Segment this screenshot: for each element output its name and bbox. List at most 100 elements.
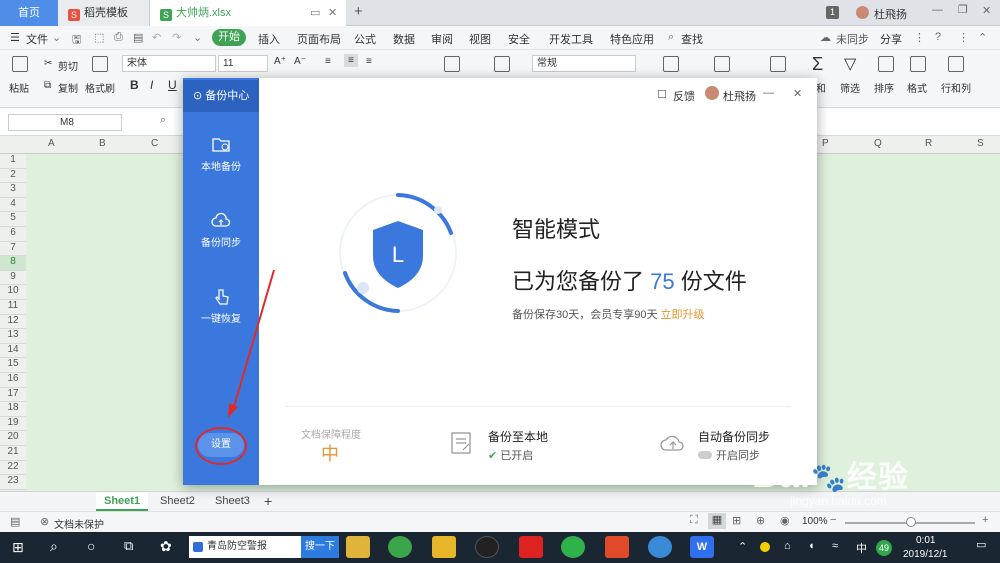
file-explorer-icon[interactable] [346,536,370,558]
sidebar-item-restore[interactable]: 一键恢复 [183,288,259,325]
tray-plus-icon[interactable] [760,542,770,552]
row-header[interactable]: 8 [0,256,26,271]
minimize-icon[interactable]: — [932,4,943,16]
row-header[interactable]: 20 [0,431,26,446]
action-center-icon[interactable]: ▭ [976,538,986,551]
windows-start-icon[interactable]: ⊞ [12,539,24,556]
row-header[interactable]: 13 [0,329,26,344]
column-header-r[interactable]: R [925,138,932,149]
close-tab-icon[interactable]: ✕ [328,0,337,26]
add-sheet-icon[interactable]: + [256,492,280,511]
tab-file[interactable]: S 大帅炳.xlsx ▭ ✕ [150,0,346,26]
taskbar-search-input[interactable]: 青岛防空警报 [189,536,301,558]
row-header[interactable]: 23 [0,475,26,490]
wps-icon[interactable]: W [690,536,714,558]
name-box[interactable]: M8 [8,114,122,131]
wechat-icon[interactable] [561,536,585,558]
underline-icon[interactable]: U [168,78,177,92]
qq-icon[interactable] [475,536,499,558]
export-icon[interactable]: ⬚ [94,31,104,44]
number-format-select[interactable]: 常规 [532,55,636,72]
zoom-level[interactable]: 100% [802,516,828,527]
browser-green-icon[interactable] [388,536,412,558]
tab-data[interactable]: 数据 [393,31,415,47]
redo-icon[interactable]: ↷ [172,31,181,44]
copy-button[interactable]: 复制 [58,80,78,95]
minimize-icon[interactable]: — [763,87,774,99]
sheet-tab-1[interactable]: Sheet1 [96,492,149,511]
tab-review[interactable]: 审阅 [431,31,453,47]
row-header[interactable]: 18 [0,402,26,417]
column-header-b[interactable]: B [99,138,106,149]
sort-icon[interactable] [878,56,894,72]
font-size-select[interactable]: 11 [218,55,268,72]
feedback-link[interactable]: 反馈 [673,88,695,104]
power-app-icon[interactable] [605,536,629,558]
share-button[interactable]: 分享 [880,31,902,47]
row-header[interactable]: 15 [0,358,26,373]
zoom-in-icon[interactable]: + [982,514,988,526]
row-header[interactable]: 19 [0,416,26,432]
row-header[interactable]: 3 [0,183,26,198]
row-header[interactable]: 5 [0,212,26,227]
new-tab-icon[interactable]: + [354,3,363,20]
conditional-format-icon[interactable] [663,56,679,72]
filter-button[interactable]: 筛选 [840,80,860,95]
row-header[interactable]: 7 [0,241,26,257]
pin-icon[interactable]: ⋮ [958,31,969,44]
zoom-out-icon[interactable]: − [830,514,836,526]
italic-icon[interactable]: I [150,78,153,92]
format-button[interactable]: 格式 [907,80,927,95]
paste-button[interactable]: 粘贴 [9,80,29,95]
dialog-user-name[interactable]: 杜飛扬 [723,88,756,104]
tab-developer[interactable]: 开发工具 [549,31,593,47]
bold-icon[interactable]: B [130,78,139,92]
tab-template[interactable]: S 稻壳模板 [58,0,150,26]
sidebar-item-backup-sync[interactable]: 备份同步 [183,212,259,249]
format-painter-button[interactable]: 格式刷 [85,80,115,95]
row-header[interactable]: 17 [0,387,26,403]
find-button[interactable]: 查找 [681,31,703,47]
search-icon[interactable]: ⌕ [50,538,58,555]
cut-icon[interactable]: ✂ [44,58,52,69]
ime-indicator[interactable]: 中 [856,540,867,556]
sync-status[interactable]: 未同步 [836,31,869,47]
app-yellow-icon[interactable] [432,536,456,558]
sheet-tab-3[interactable]: Sheet3 [207,492,258,511]
tab-view[interactable]: 视图 [469,31,491,47]
more-menu-icon[interactable]: ⋮ [914,31,925,44]
column-header-a[interactable]: A [48,138,55,149]
feedback-icon[interactable]: ☐ [657,88,667,101]
align-middle-icon[interactable]: ≡ [344,54,358,67]
menu-file[interactable]: 文件 [26,31,48,47]
column-header-c[interactable]: C [151,138,158,149]
tab-formula[interactable]: 公式 [354,31,376,47]
row-header[interactable]: 11 [0,300,26,315]
user-name[interactable]: 杜飛扬 [874,6,907,22]
font-grow-icon[interactable]: A⁺ [274,56,286,67]
row-header[interactable]: 12 [0,314,26,330]
app-red-icon[interactable] [519,536,543,558]
hamburger-icon[interactable]: ☰ [10,31,20,44]
window-count-badge[interactable]: 1 [826,6,839,19]
auto-sync-status[interactable]: 开启同步 [698,447,760,463]
wrap-icon[interactable] [494,56,510,72]
tab-special[interactable]: 特色应用 [610,31,654,47]
align-bottom-icon[interactable]: ≡ [366,56,372,67]
upgrade-link[interactable]: 立即升级 [661,309,705,321]
undo-icon[interactable]: ↶ [152,31,161,44]
monitor-icon[interactable]: ▭ [310,0,320,26]
collapse-ribbon-icon[interactable]: ⌃ [978,31,987,44]
close-window-icon[interactable]: ✕ [982,4,991,17]
row-header[interactable]: 9 [0,270,26,286]
format-painter-icon[interactable] [92,56,108,72]
page-break-icon[interactable]: ⊞ [732,514,741,527]
help-icon[interactable]: ? [935,31,941,43]
notification-badge[interactable]: 49 [876,540,892,556]
row-header[interactable]: 14 [0,343,26,359]
row-header[interactable]: 10 [0,285,26,300]
copy-icon[interactable]: ⧉ [44,80,51,91]
sidebar-item-local-backup[interactable]: 本地备份 [183,136,259,173]
row-header[interactable]: 22 [0,460,26,476]
restore-icon[interactable]: ❐ [958,3,968,16]
